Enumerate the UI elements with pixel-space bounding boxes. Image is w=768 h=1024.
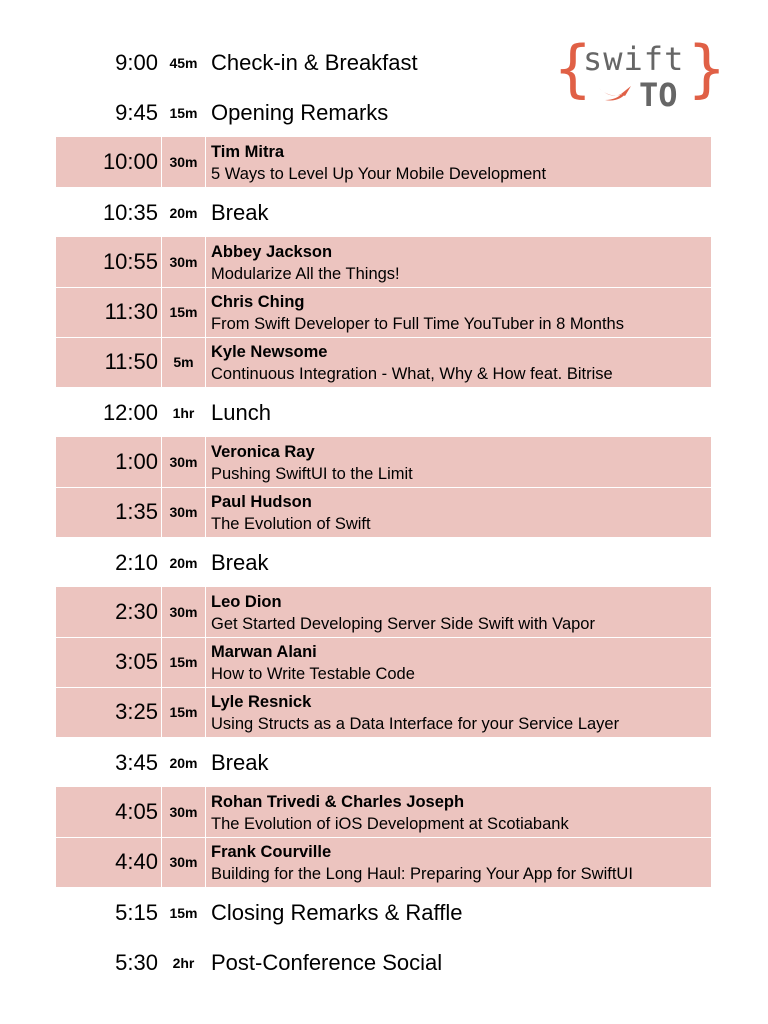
row-duration: 2hr	[172, 955, 195, 971]
row-time: 11:30	[104, 299, 158, 324]
row-duration: 30m	[169, 454, 198, 470]
row-duration: 1hr	[172, 405, 195, 421]
row-event: Lunch	[211, 400, 271, 425]
row-event: Post-Conference Social	[211, 950, 443, 975]
row-time: 3:45	[115, 750, 158, 775]
row-duration: 30m	[169, 804, 198, 820]
row-speaker: Abbey Jackson	[211, 243, 333, 261]
row-event: Closing Remarks & Raffle	[211, 900, 463, 925]
row-time: 3:25	[115, 699, 158, 724]
talk-row: 4:40 30m Frank Courville Building for th…	[56, 837, 711, 887]
talk-row: 4:05 30m Rohan Trivedi & Charles Joseph …	[56, 787, 711, 837]
row-speaker: Chris Ching	[211, 293, 305, 311]
row-duration: 20m	[169, 755, 198, 771]
row-duration: 5m	[173, 354, 194, 370]
schedule-row: 2:10 20m Break	[56, 538, 711, 588]
row-duration: 20m	[169, 555, 198, 571]
row-duration: 15m	[169, 304, 198, 320]
row-time: 11:50	[104, 349, 158, 374]
row-speaker: Lyle Resnick	[211, 693, 312, 711]
row-talk-title: Building for the Long Haul: Preparing Yo…	[211, 865, 633, 883]
row-duration: 30m	[169, 854, 198, 870]
row-event: Break	[211, 750, 269, 775]
talk-row: 2:30 30m Leo Dion Get Started Developing…	[56, 587, 711, 637]
row-speaker: Paul Hudson	[211, 493, 312, 511]
row-talk-title: From Swift Developer to Full Time YouTub…	[211, 315, 624, 333]
schedule-row: 9:45 15m Opening Remarks	[56, 88, 711, 138]
schedule-row: 5:30 2hr Post-Conference Social	[56, 938, 711, 988]
schedule-row: 10:35 20m Break	[56, 188, 711, 238]
row-duration: 15m	[169, 704, 198, 720]
row-speaker: Rohan Trivedi & Charles Joseph	[211, 793, 465, 811]
row-speaker: Leo Dion	[211, 593, 282, 611]
row-talk-title: How to Write Testable Code	[211, 665, 415, 683]
row-time: 9:45	[115, 100, 158, 125]
row-time: 5:30	[115, 950, 158, 975]
row-duration: 15m	[169, 905, 198, 921]
row-duration: 20m	[169, 205, 198, 221]
row-talk-title: Get Started Developing Server Side Swift…	[211, 615, 595, 633]
talk-row: 11:30 15m Chris Ching From Swift Develop…	[56, 287, 711, 337]
row-time: 10:55	[102, 249, 158, 274]
row-time: 12:00	[102, 400, 158, 425]
row-talk-title: The Evolution of iOS Development at Scot…	[211, 815, 569, 833]
schedule-row: 3:45 20m Break	[56, 738, 711, 788]
row-duration: 30m	[169, 504, 198, 520]
row-time: 2:30	[115, 599, 158, 624]
talk-row: 3:25 15m Lyle Resnick Using Structs as a…	[56, 687, 711, 737]
schedule-row: 12:00 1hr Lunch	[56, 388, 711, 438]
row-duration: 15m	[169, 105, 198, 121]
talk-row: 3:05 15m Marwan Alani How to Write Testa…	[56, 637, 711, 687]
row-speaker: Tim Mitra	[211, 143, 285, 161]
talk-row: 1:00 30m Veronica Ray Pushing SwiftUI to…	[56, 437, 711, 487]
row-duration: 30m	[169, 154, 198, 170]
row-time: 2:10	[115, 550, 158, 575]
row-time: 5:15	[115, 900, 158, 925]
row-time: 4:05	[115, 799, 158, 824]
row-talk-title: Modularize All the Things!	[211, 265, 400, 283]
row-talk-title: Continuous Integration - What, Why & How…	[211, 365, 613, 383]
row-duration: 30m	[169, 254, 198, 270]
row-event: Check-in & Breakfast	[211, 50, 418, 75]
row-event: Break	[211, 200, 269, 225]
talk-row: 11:50 5m Kyle Newsome Continuous Integra…	[56, 337, 711, 387]
row-event: Opening Remarks	[211, 100, 389, 125]
talk-row: 1:35 30m Paul Hudson The Evolution of Sw…	[56, 487, 711, 537]
row-speaker: Frank Courville	[211, 843, 332, 861]
row-talk-title: Pushing SwiftUI to the Limit	[211, 465, 413, 483]
row-time: 4:40	[115, 849, 158, 874]
row-time: 10:00	[102, 149, 158, 174]
talk-row: 10:55 30m Abbey Jackson Modularize All t…	[56, 237, 711, 287]
row-talk-title: 5 Ways to Level Up Your Mobile Developme…	[211, 165, 547, 183]
row-time: 1:00	[115, 449, 158, 474]
row-speaker: Veronica Ray	[211, 443, 315, 461]
talk-row: 10:00 30m Tim Mitra 5 Ways to Level Up Y…	[56, 137, 711, 187]
row-time: 1:35	[115, 499, 158, 524]
row-speaker: Marwan Alani	[211, 643, 317, 661]
row-time: 9:00	[115, 50, 158, 75]
schedule-row: 9:00 45m Check-in & Breakfast	[56, 38, 711, 88]
row-talk-title: Using Structs as a Data Interface for yo…	[211, 715, 620, 733]
schedule-row: 5:15 15m Closing Remarks & Raffle	[56, 888, 711, 938]
row-event: Break	[211, 550, 269, 575]
row-duration: 30m	[169, 604, 198, 620]
row-time: 10:35	[102, 200, 158, 225]
row-time: 3:05	[115, 649, 158, 674]
row-speaker: Kyle Newsome	[211, 343, 328, 361]
row-duration: 15m	[169, 654, 198, 670]
row-talk-title: The Evolution of Swift	[211, 515, 371, 533]
row-duration: 45m	[169, 55, 198, 71]
